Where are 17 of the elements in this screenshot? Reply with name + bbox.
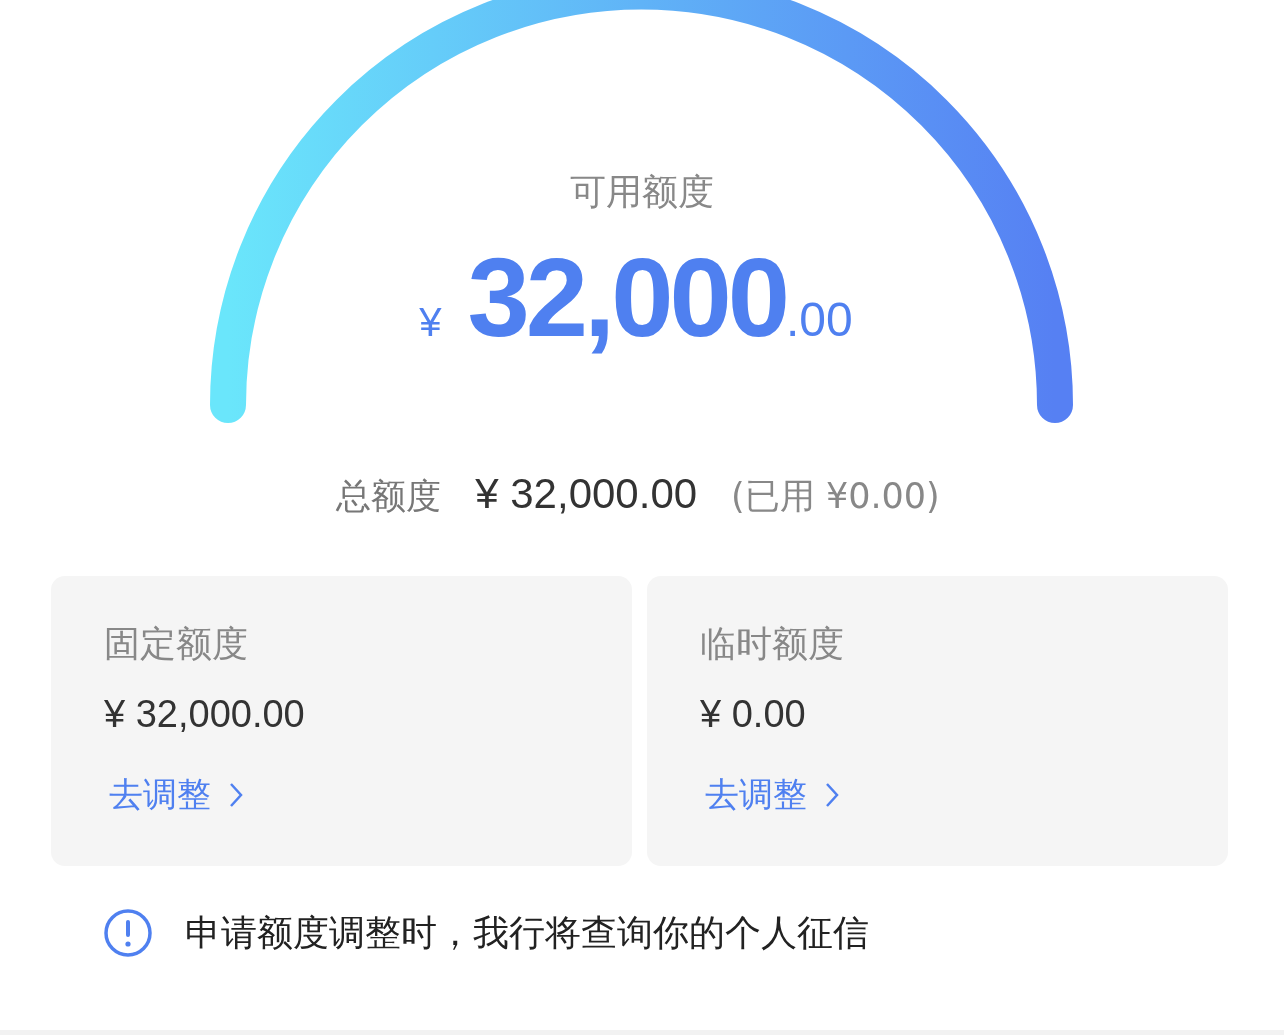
card-amount: ¥ 32,000.00 bbox=[104, 692, 306, 737]
used-amount: (已用 ¥0.00) bbox=[731, 475, 940, 518]
notice-text: 申请额度调整时，我行将查询你的个人征信 bbox=[185, 910, 869, 955]
total-amount: ¥ 32,000.00 bbox=[475, 470, 698, 518]
card-title: 临时额度 bbox=[700, 622, 845, 666]
available-amount: 32,000 bbox=[467, 238, 787, 358]
chevron-right-icon bbox=[825, 782, 839, 808]
info-icon bbox=[103, 908, 153, 958]
amount-decimals: .00 bbox=[786, 293, 853, 346]
currency-sign: ¥ bbox=[419, 300, 442, 345]
card-title: 固定额度 bbox=[104, 622, 249, 666]
available-label: 可用额度 bbox=[570, 170, 714, 214]
adjust-link[interactable]: 去调整 bbox=[109, 772, 243, 818]
total-label: 总额度 bbox=[336, 475, 442, 518]
adjust-link[interactable]: 去调整 bbox=[705, 772, 839, 818]
chevron-right-icon bbox=[229, 782, 243, 808]
card-amount: ¥ 0.00 bbox=[700, 692, 807, 737]
